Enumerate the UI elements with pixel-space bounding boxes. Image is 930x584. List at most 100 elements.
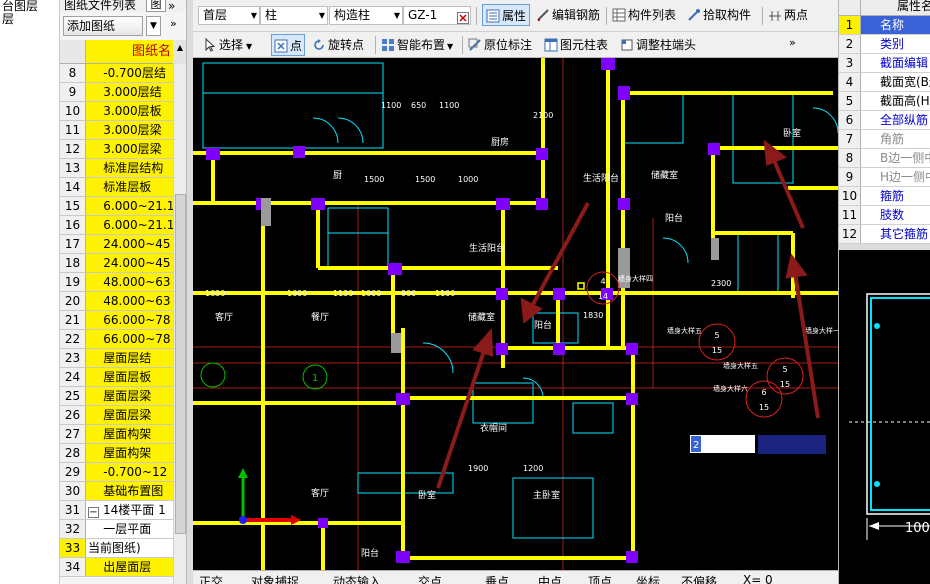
column-table-button[interactable]: 图元柱表 — [544, 34, 608, 56]
drawing-name-text: 48.000~63 — [88, 275, 171, 289]
component-list-button[interactable]: 构件列表 — [612, 4, 676, 26]
row-number: 34 — [60, 558, 86, 576]
toolbar-more-button[interactable]: » — [789, 32, 796, 54]
cad-drawing-canvas[interactable]: 1 生活阳台 储藏室 阳台 卧室 餐厅 客厅 生活阳台 储藏室 阳台 厨 衣帽间… — [193, 58, 838, 570]
subtype-select[interactable]: 构造柱 ▼ — [329, 6, 403, 25]
drawing-name: 3.000层板 — [86, 102, 173, 120]
file-list-row[interactable]: 11 3.000层梁 — [60, 121, 173, 140]
file-list-row[interactable]: 20 48.000~63 — [60, 292, 173, 311]
property-row[interactable]: 6 全部纵筋 — [839, 111, 930, 130]
file-list-scrollbar[interactable] — [173, 64, 186, 584]
file-list-row[interactable]: 12 3.000层梁 — [60, 140, 173, 159]
scroll-up-arrow-icon[interactable]: ▲ — [173, 40, 186, 64]
file-list-row[interactable]: 25 屋面层梁 — [60, 387, 173, 406]
file-list-row[interactable]: 21 66.000~78 — [60, 311, 173, 330]
file-list-row[interactable]: 26 屋面层梁 — [60, 406, 173, 425]
edit-rebar-button[interactable]: 编辑钢筋 — [536, 4, 600, 26]
floor-plan-drawing: 1 生活阳台 储藏室 阳台 卧室 餐厅 客厅 生活阳台 储藏室 阳台 厨 衣帽间… — [193, 58, 838, 570]
file-list-row[interactable]: 13 标准层结构 — [60, 159, 173, 178]
property-row[interactable]: 8 B边一侧中 — [839, 149, 930, 168]
property-row[interactable]: 5 截面高(H边 — [839, 92, 930, 111]
room-label: 客厅 — [311, 487, 329, 499]
property-row[interactable]: 2 类别 — [839, 35, 930, 54]
vertex-snap[interactable]: 顶点 — [588, 573, 612, 584]
row-number: 30 — [60, 482, 86, 500]
intersection-snap[interactable]: 交点 — [418, 573, 442, 584]
dim-label: 1100 — [381, 101, 401, 110]
drawing-name: 48.000~63 — [86, 292, 173, 310]
adjust-column-end-button[interactable]: 调整柱端头 — [620, 34, 696, 56]
file-list-row[interactable]: 23 屋面层结 — [60, 349, 173, 368]
perpendicular-snap[interactable]: 垂点 — [485, 573, 509, 584]
file-list-row[interactable]: 28 屋面构架 — [60, 444, 173, 463]
two-points-button[interactable]: 两点 — [768, 4, 808, 26]
property-row-number: 2 — [839, 35, 861, 53]
collapse-icon[interactable]: − — [88, 507, 99, 518]
file-list-row[interactable]: 33 当前图纸) — [60, 539, 173, 558]
file-toolbar-more-button[interactable]: » — [170, 17, 177, 30]
coordinate-snap[interactable]: 坐标 — [636, 573, 660, 584]
marker-bottom: 15 — [780, 380, 790, 389]
select-button[interactable]: 选择 ▼ — [203, 34, 252, 56]
file-list-row[interactable]: 14 标准层板 — [60, 178, 173, 197]
search-icon[interactable] — [457, 9, 469, 31]
file-list-row[interactable]: 15 6.000~21.1 — [60, 197, 173, 216]
room-label: 厨房 — [491, 136, 509, 148]
file-list-row[interactable]: 18 24.000~45 — [60, 254, 173, 273]
tab-second[interactable]: 图 — [146, 0, 166, 12]
file-list-row[interactable]: 27 屋面构架 — [60, 425, 173, 444]
file-list-row[interactable]: 19 48.000~63 — [60, 273, 173, 292]
property-row[interactable]: 12 其它箍筋 — [839, 225, 930, 244]
pencil-icon — [468, 38, 481, 51]
file-list-row[interactable]: 8 -0.700层结 — [60, 64, 173, 83]
file-list-row[interactable]: 30 基础布置图 — [60, 482, 173, 501]
add-drawing-button[interactable]: 添加图纸 — [63, 16, 143, 36]
file-list-row[interactable]: 22 66.000~78 — [60, 330, 173, 349]
file-list-scroll-thumb[interactable] — [175, 194, 186, 534]
floor-select[interactable]: 首层 ▼ — [198, 6, 260, 25]
property-row-number: 9 — [839, 168, 861, 186]
pick-component-button[interactable]: 拾取构件 — [687, 4, 751, 26]
property-row[interactable]: 10 箍筋 — [839, 187, 930, 206]
file-list-row[interactable]: 24 屋面层板 — [60, 368, 173, 387]
file-list-row[interactable]: 29 -0.700~12 — [60, 463, 173, 482]
toolbar-separator — [606, 7, 607, 25]
drawing-name-text: 屋面层梁 — [88, 408, 152, 422]
type-select[interactable]: 柱 ▼ — [260, 6, 328, 25]
ortho-toggle[interactable]: 正交 — [199, 573, 223, 584]
point-button[interactable]: 点 — [271, 34, 306, 56]
file-list-row[interactable]: 10 3.000层板 — [60, 102, 173, 121]
dynamic-input-toggle[interactable]: 动态输入 — [333, 573, 381, 584]
property-row[interactable]: 7 角筋 — [839, 130, 930, 149]
midpoint-snap[interactable]: 中点 — [538, 573, 562, 584]
property-row[interactable]: 9 H边一侧中 — [839, 168, 930, 187]
object-snap-toggle[interactable]: 对象捕捉 — [251, 573, 299, 584]
add-drawing-dropdown[interactable]: ▼ — [146, 16, 161, 36]
property-row[interactable]: 1 名称 — [839, 16, 930, 35]
props-button[interactable]: 属性 — [482, 4, 531, 26]
drawing-name-text: 14楼平面 1 — [103, 503, 166, 517]
file-list-row[interactable]: 9 3.000层结 — [60, 83, 173, 102]
file-list-header-name[interactable]: 图纸名 — [86, 40, 173, 64]
rotate-point-button[interactable]: 旋转点 — [312, 34, 364, 56]
dim-label: 1630 — [205, 289, 225, 298]
property-row[interactable]: 3 截面编辑 — [839, 54, 930, 73]
smart-layout-button[interactable]: 智能布置 ▼ — [381, 34, 453, 56]
x-coordinate-input[interactable]: 0 — [765, 573, 773, 584]
file-list-row[interactable]: 31−14楼平面 1 — [60, 501, 173, 520]
property-row[interactable]: 4 截面宽(B边 — [839, 73, 930, 92]
origin-mark-button[interactable]: 原位标注 — [468, 34, 532, 56]
file-list-row[interactable]: 34 出屋面层 — [60, 558, 173, 577]
file-list-row[interactable]: 17 24.000~45 — [60, 235, 173, 254]
property-name: 角筋 — [880, 132, 905, 146]
file-list-row[interactable]: 16 6.000~21.1 — [60, 216, 173, 235]
no-offset-select[interactable]: 不偏移 — [681, 573, 717, 584]
wall-note: 墙身大样六 — [713, 384, 748, 393]
drawing-name-text: 6.000~21.1 — [88, 218, 173, 232]
row-number: 32 — [60, 520, 86, 538]
row-number: 22 — [60, 330, 86, 348]
property-row[interactable]: 11 肢数 — [839, 206, 930, 225]
file-list-row[interactable]: 32 一层平面 — [60, 520, 173, 539]
drawing-name-text: 屋面层结 — [88, 351, 152, 365]
drawing-name: 屋面构架 — [86, 425, 173, 443]
